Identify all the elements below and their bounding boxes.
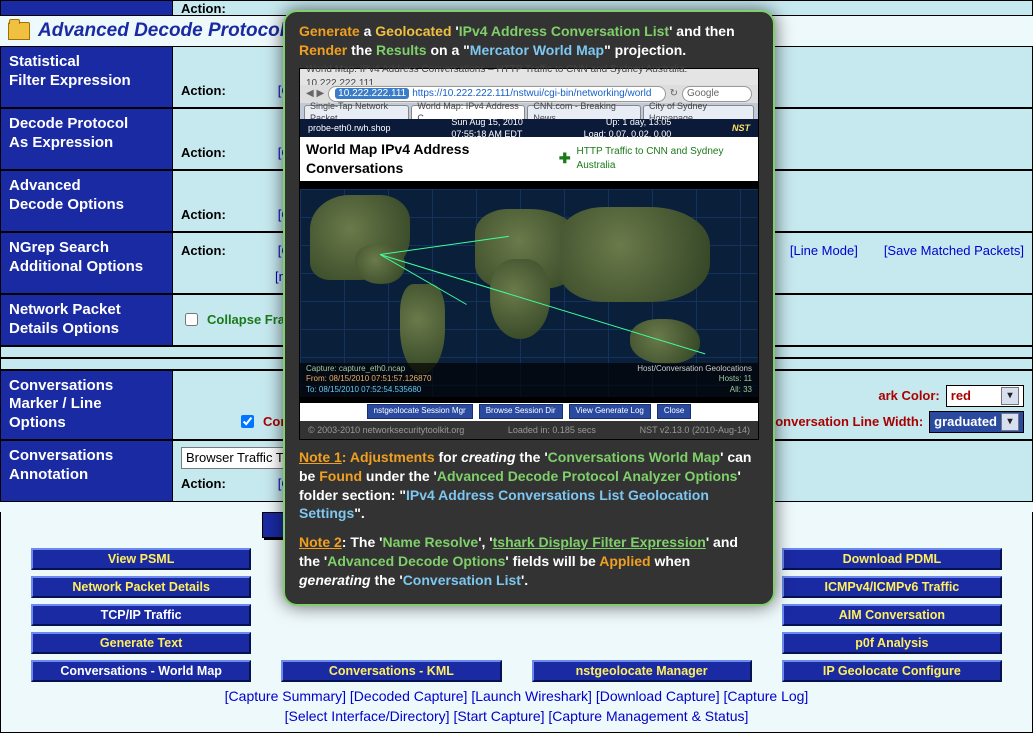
map-title: World Map IPv4 Address Conversations ✚ H…	[300, 137, 758, 181]
world-map: Capture: capture_eth0.ncap From: 08/15/2…	[300, 189, 758, 397]
map-buttons: nstgeolocate Session Mgr Browse Session …	[300, 403, 758, 421]
action-label: Action:	[181, 83, 226, 98]
map-button: View Generate Log	[569, 404, 651, 419]
link-button[interactable]: Generate Text	[31, 632, 251, 654]
action-label: Action:	[181, 476, 226, 491]
row-header: Statistical Filter Expression	[1, 47, 173, 107]
overlay-screenshot: World Map: IPv4 Address Conversations – …	[299, 68, 759, 440]
link-button[interactable]: Network Packet Details	[31, 576, 251, 598]
bottom-link[interactable]: [Launch Wireshark]	[471, 688, 592, 704]
map-button: Browse Session Dir	[479, 404, 563, 419]
link-button[interactable]: p0f Analysis	[782, 632, 1002, 654]
link-button[interactable]: Conversations - World Map	[31, 660, 251, 682]
map-button: Close	[657, 404, 691, 419]
row-header: Conversations Marker / Line Options	[1, 371, 173, 439]
row-header: Conversations Annotation	[1, 441, 173, 501]
link-button[interactable]: nstgeolocate Manager	[532, 660, 752, 682]
browser-tabs: Single-Tap Network Packet World Map: IPv…	[300, 103, 758, 119]
bottom-link[interactable]: [Decoded Capture]	[350, 688, 468, 704]
mark-color-label: ark Color:	[878, 388, 939, 403]
map-caption: Capture: capture_eth0.ncap From: 08/15/2…	[300, 363, 758, 397]
bottom-links-row-1: [Capture Summary] [Decoded Capture] [Lau…	[1, 686, 1032, 706]
mark-color-value: red	[951, 388, 971, 403]
tooltip-overlay: Generate a Geolocated 'IPv4 Address Conv…	[283, 10, 775, 606]
mark-color-dropdown[interactable]: red ▾	[946, 385, 1024, 407]
link-button[interactable]: Conversations - KML	[281, 660, 501, 682]
chevron-down-icon: ▾	[1001, 413, 1019, 431]
action-label: Action:	[181, 145, 226, 160]
row-header: NGrep Search Additional Options	[1, 233, 173, 293]
link-button[interactable]: AIM Conversation	[782, 604, 1002, 626]
action-label: Action:	[181, 207, 226, 222]
link-button[interactable]: ICMPv4/ICMPv6 Traffic	[782, 576, 1002, 598]
bottom-links-row-2: [Select Interface/Directory] [Start Capt…	[1, 706, 1032, 726]
connec-checkbox[interactable]	[241, 415, 254, 428]
folder-open-icon	[8, 22, 30, 40]
line-width-label: onversation Line Width:	[775, 414, 923, 429]
row-header: Decode Protocol As Expression	[1, 109, 173, 169]
overlay-note-2: Note 2: The 'Name Resolve', 'tshark Disp…	[299, 533, 759, 590]
row-header: Advanced Decode Options	[1, 171, 173, 231]
link-button[interactable]: IP Geolocate Configure	[782, 660, 1002, 682]
line-width-dropdown[interactable]: graduated ▾	[929, 411, 1024, 433]
chevron-down-icon: ▾	[1001, 387, 1019, 405]
nst-status-strip: probe-eth0.rwh.shop Sun Aug 15, 201007:5…	[300, 119, 758, 137]
link-button[interactable]: Download PDML	[782, 548, 1002, 570]
action-label: Action:	[181, 1, 226, 16]
row-header: Network Packet Details Options	[1, 295, 173, 345]
link-button[interactable]: View PSML	[31, 548, 251, 570]
map-button: nstgeolocate Session Mgr	[367, 404, 473, 419]
collapse-frames-checkbox[interactable]	[185, 313, 198, 326]
browser-title: World Map: IPv4 Address Conversations – …	[300, 69, 758, 85]
save-matched-link[interactable]: [Save Matched Packets]	[884, 243, 1024, 258]
overlay-note-1: Note 1: Adjustments for creating the 'Co…	[299, 448, 759, 524]
link-button[interactable]: TCP/IP Traffic	[31, 604, 251, 626]
bottom-link[interactable]: [Capture Log]	[723, 688, 808, 704]
action-label: Action:	[181, 243, 226, 258]
line-mode-link[interactable]: [Line Mode]	[790, 243, 858, 258]
bottom-link[interactable]: [Capture Summary]	[225, 688, 346, 704]
line-width-value: graduated	[934, 414, 997, 429]
bottom-link[interactable]: [Capture Management & Status]	[548, 708, 748, 724]
browser-tab: Single-Tap Network Packet	[304, 105, 409, 119]
bottom-link[interactable]: [Download Capture]	[596, 688, 720, 704]
bottom-link[interactable]: [Select Interface/Directory]	[285, 708, 450, 724]
overlay-paragraph-1: Generate a Geolocated 'IPv4 Address Conv…	[299, 22, 759, 60]
bottom-link[interactable]: [Start Capture]	[453, 708, 544, 724]
map-footer: © 2003-2010 networksecuritytoolkit.org L…	[300, 421, 758, 439]
